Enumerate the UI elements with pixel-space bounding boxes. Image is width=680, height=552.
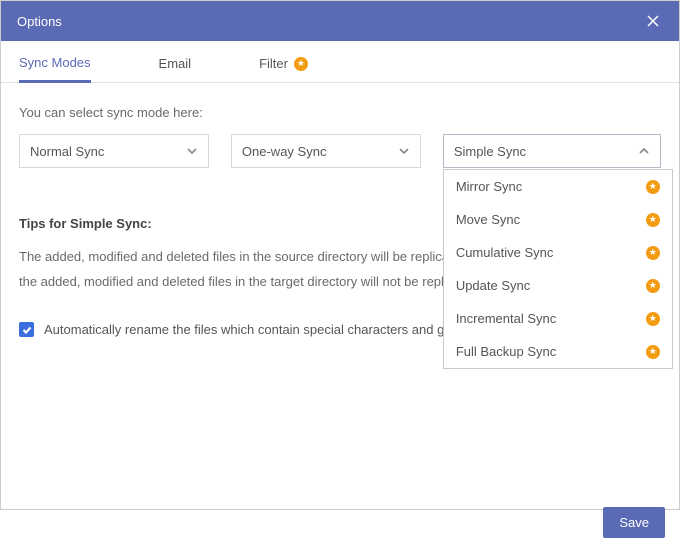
- dropdown-item-label: Mirror Sync: [456, 179, 522, 194]
- dropdown-item-mirror-sync[interactable]: Mirror Sync ★: [444, 170, 672, 203]
- hint-text: You can select sync mode here:: [19, 105, 661, 120]
- dropdown-item-update-sync[interactable]: Update Sync ★: [444, 269, 672, 302]
- tab-filter[interactable]: Filter ★: [259, 55, 308, 82]
- tab-email[interactable]: Email: [159, 55, 192, 82]
- dropdown-item-label: Update Sync: [456, 278, 530, 293]
- chevron-up-icon: [638, 145, 650, 157]
- content-area: You can select sync mode here: Normal Sy…: [1, 83, 679, 507]
- star-icon: ★: [646, 312, 660, 326]
- tab-bar: Sync Modes Email Filter ★: [1, 41, 679, 83]
- select-value: One-way Sync: [242, 144, 327, 159]
- dropdown-item-label: Full Backup Sync: [456, 344, 556, 359]
- select-value: Normal Sync: [30, 144, 104, 159]
- star-icon: ★: [646, 279, 660, 293]
- close-icon[interactable]: [643, 11, 663, 31]
- save-button[interactable]: Save: [603, 507, 665, 538]
- dropdown-item-incremental-sync[interactable]: Incremental Sync ★: [444, 302, 672, 335]
- select-simple-sync[interactable]: Simple Sync Mirror Sync ★ Move Sync ★ Cu…: [443, 134, 661, 168]
- title-bar: Options: [1, 1, 679, 41]
- star-icon: ★: [646, 180, 660, 194]
- tab-sync-modes[interactable]: Sync Modes: [19, 55, 91, 83]
- dropdown-item-move-sync[interactable]: Move Sync ★: [444, 203, 672, 236]
- window-title: Options: [17, 14, 62, 29]
- dropdown-menu: Mirror Sync ★ Move Sync ★ Cumulative Syn…: [443, 169, 673, 369]
- chevron-down-icon: [186, 145, 198, 157]
- tab-label: Filter: [259, 56, 288, 71]
- star-icon: ★: [646, 213, 660, 227]
- auto-rename-checkbox[interactable]: [19, 322, 34, 337]
- star-icon: ★: [294, 57, 308, 71]
- tab-label: Sync Modes: [19, 55, 91, 70]
- select-normal-sync[interactable]: Normal Sync: [19, 134, 209, 168]
- dropdown-item-cumulative-sync[interactable]: Cumulative Sync ★: [444, 236, 672, 269]
- tab-label: Email: [159, 56, 192, 71]
- select-one-way-sync[interactable]: One-way Sync: [231, 134, 421, 168]
- footer: Save: [1, 507, 679, 552]
- dropdown-item-full-backup-sync[interactable]: Full Backup Sync ★: [444, 335, 672, 368]
- star-icon: ★: [646, 246, 660, 260]
- star-icon: ★: [646, 345, 660, 359]
- select-row: Normal Sync One-way Sync Simple Sync Mir…: [19, 134, 661, 168]
- select-value: Simple Sync: [454, 144, 526, 159]
- dropdown-item-label: Cumulative Sync: [456, 245, 554, 260]
- dropdown-item-label: Incremental Sync: [456, 311, 556, 326]
- chevron-down-icon: [398, 145, 410, 157]
- dropdown-item-label: Move Sync: [456, 212, 520, 227]
